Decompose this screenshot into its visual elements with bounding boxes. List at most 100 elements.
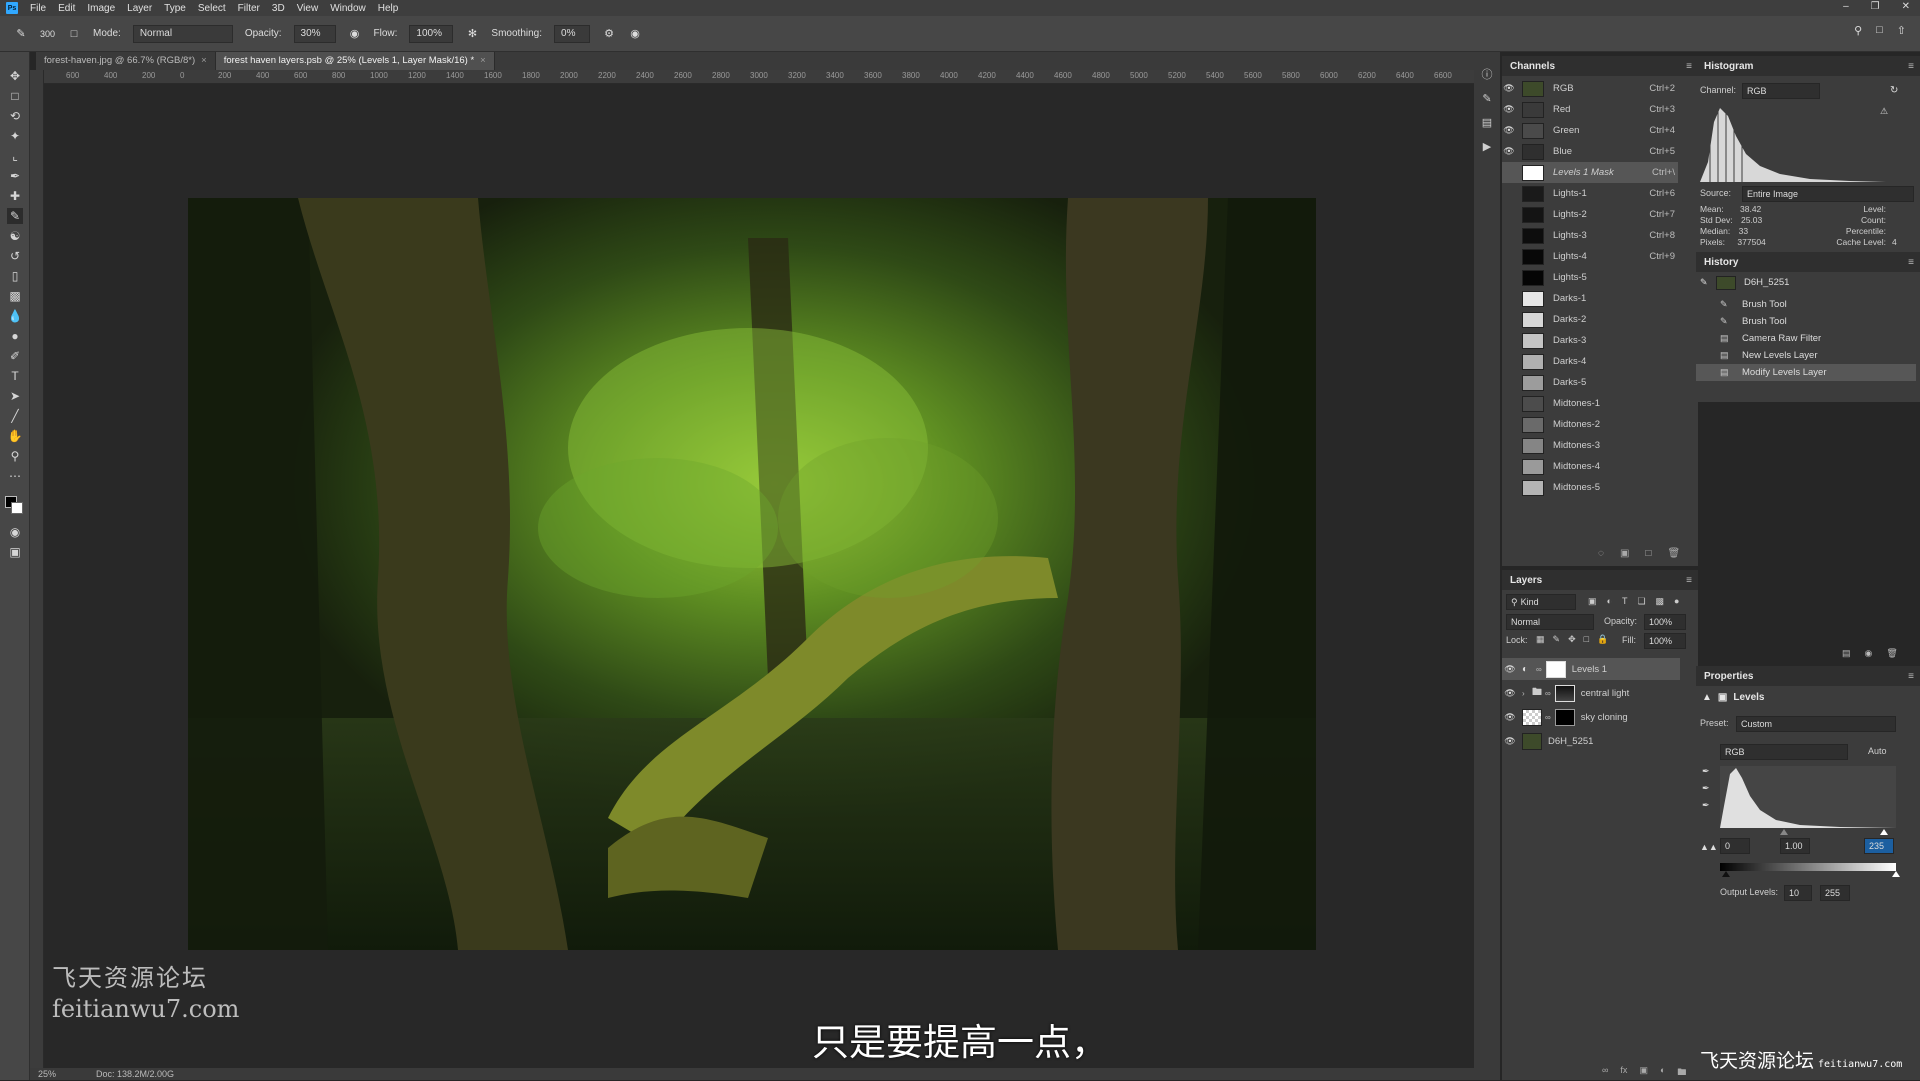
input-black-field[interactable]: 0 (1720, 838, 1750, 854)
history-item[interactable]: ✎ Brush Tool (1696, 296, 1916, 313)
mode-select[interactable]: Normal (132, 24, 233, 43)
history-item-selected[interactable]: ▤ Modify Levels Layer (1696, 364, 1916, 381)
blend-mode-select[interactable]: Normal (1506, 614, 1594, 630)
output-black-slider[interactable] (1722, 871, 1730, 877)
histogram-title[interactable]: Histogram (1704, 61, 1753, 72)
channel-row[interactable]: Darks-3 (1502, 330, 1678, 351)
shape-tool-icon[interactable]: ╱ (7, 408, 23, 424)
link-layers-icon[interactable]: ∞ (1602, 1065, 1608, 1081)
white-point-eyedropper-icon[interactable]: ✒ (1702, 800, 1710, 811)
screen-mode-icon[interactable]: ▣ (7, 544, 23, 560)
channel-row-selected[interactable]: Levels 1 Mask Ctrl+\ (1502, 162, 1678, 183)
refresh-icon[interactable]: ↻ (1890, 85, 1898, 96)
eye-icon[interactable]: 👁 (1502, 104, 1516, 115)
add-mask-icon[interactable]: ▣ (1639, 1065, 1648, 1081)
white-input-slider[interactable] (1880, 829, 1888, 835)
mask-icon[interactable]: ▣ (1718, 692, 1727, 703)
channel-row[interactable]: 👁 Red Ctrl+3 (1502, 99, 1678, 120)
pen-tool-icon[interactable]: ✐ (7, 348, 23, 364)
healing-tool-icon[interactable]: ✚ (7, 188, 23, 204)
restore-icon[interactable]: ❐ (1871, 1, 1880, 12)
close-tab-icon[interactable]: × (201, 55, 207, 66)
marquee-tool-icon[interactable]: □ (7, 88, 23, 104)
channel-row[interactable]: 👁 RGB Ctrl+2 (1502, 78, 1678, 99)
smart-filter-icon[interactable]: ▩ (1656, 596, 1665, 607)
close-tab-icon[interactable]: × (480, 55, 486, 66)
channel-row[interactable]: Darks-4 (1502, 351, 1678, 372)
eye-icon[interactable]: 👁 (1502, 146, 1516, 157)
eye-icon[interactable]: 👁 (1502, 736, 1518, 747)
zoom-level[interactable]: 25% (38, 1069, 56, 1079)
channel-row[interactable]: Lights-5 (1502, 267, 1678, 288)
gradient-tool-icon[interactable]: ▩ (7, 288, 23, 304)
dodge-tool-icon[interactable]: ● (7, 328, 23, 344)
pressure-size-icon[interactable]: ◉ (628, 27, 642, 41)
filter-toggle-icon[interactable]: ● (1674, 596, 1679, 607)
input-gamma-field[interactable]: 1.00 (1780, 838, 1810, 854)
search-icon[interactable]: ⚲ (1854, 24, 1862, 37)
eyedropper-tool-icon[interactable]: ✒ (7, 168, 23, 184)
link-icon[interactable]: ∞ (1545, 689, 1551, 698)
clipping-icon[interactable]: ▲▲ (1700, 842, 1718, 852)
layer-kind-filter[interactable]: ⚲ Kind (1506, 594, 1576, 610)
trash-icon[interactable]: 🗑 (1886, 648, 1897, 659)
levels-icon[interactable]: ▲ (1702, 692, 1712, 703)
lock-paint-icon[interactable]: ✎ (1553, 634, 1561, 645)
lasso-tool-icon[interactable]: ⟲ (7, 108, 23, 124)
lock-position-icon[interactable]: ✥ (1568, 634, 1576, 645)
workspace-icon[interactable]: □ (1876, 24, 1883, 37)
settings-gear-icon[interactable]: ⚙ (602, 27, 616, 41)
channels-title[interactable]: Channels (1510, 61, 1555, 72)
snapshot-source-icon[interactable]: ✎ (1700, 277, 1710, 288)
tab-forest-haven-layers[interactable]: forest haven layers.psb @ 25% (Levels 1,… (215, 52, 495, 70)
layer-opacity-field[interactable]: 100% (1644, 614, 1686, 630)
path-select-icon[interactable]: ➤ (7, 388, 23, 404)
channel-row[interactable]: Midtones-5 (1502, 477, 1678, 498)
brush-size[interactable]: 300 (40, 29, 55, 39)
tab-forest-haven-jpg[interactable]: forest-haven.jpg @ 66.7% (RGB/8*) × (36, 52, 216, 70)
auto-button[interactable]: Auto (1868, 746, 1887, 756)
menu-view[interactable]: View (297, 3, 319, 14)
warning-icon[interactable]: ⚠ (1880, 106, 1888, 117)
channel-row[interactable]: Lights-3 Ctrl+8 (1502, 225, 1678, 246)
opacity-field[interactable]: 30% (293, 24, 336, 43)
ruler-vertical[interactable] (30, 70, 44, 1070)
preset-select[interactable]: Custom (1736, 716, 1896, 732)
history-item[interactable]: ▤ New Levels Layer (1696, 347, 1916, 364)
actions-play-icon[interactable]: ▶ (1480, 140, 1494, 154)
view-icon[interactable]: ◉ (1865, 648, 1873, 659)
background-color-swatch[interactable] (11, 502, 23, 514)
load-selection-icon[interactable]: ◌ (1598, 548, 1604, 559)
histogram-channel-select[interactable]: RGB (1742, 83, 1820, 99)
menu-window[interactable]: Window (330, 3, 366, 14)
move-tool-icon[interactable]: ✥ (7, 68, 23, 84)
lock-transparent-icon[interactable]: ▦ (1536, 634, 1545, 645)
new-group-icon[interactable]: 🖿 (1677, 1065, 1686, 1081)
menu-layer[interactable]: Layer (127, 3, 152, 14)
link-icon[interactable]: ∞ (1545, 713, 1551, 722)
channel-row[interactable]: Lights-1 Ctrl+6 (1502, 183, 1678, 204)
gray-point-eyedropper-icon[interactable]: ✒ (1702, 783, 1710, 794)
eye-icon[interactable]: 👁 (1502, 664, 1518, 675)
more-tools-icon[interactable]: ⋯ (7, 468, 23, 484)
history-item[interactable]: ▤ Camera Raw Filter (1696, 330, 1916, 347)
expand-chevron-icon[interactable]: › (1522, 689, 1532, 698)
stamp-tool-icon[interactable]: ☯ (7, 228, 23, 244)
info-icon[interactable]: ⓘ (1480, 66, 1494, 81)
channel-row[interactable]: Darks-1 (1502, 288, 1678, 309)
channel-row[interactable]: Midtones-2 (1502, 414, 1678, 435)
brush-tool-icon[interactable]: ✎ (7, 208, 23, 224)
layer-row-background[interactable]: 👁 D6H_5251 (1502, 730, 1680, 752)
pixel-filter-icon[interactable]: ▣ (1588, 596, 1597, 607)
menu-type[interactable]: Type (164, 3, 186, 14)
lock-artboard-icon[interactable]: □ (1584, 634, 1589, 645)
black-point-eyedropper-icon[interactable]: ✒ (1702, 766, 1710, 777)
new-channel-icon[interactable]: □ (1645, 548, 1651, 559)
quick-mask-icon[interactable]: ◉ (7, 524, 23, 540)
close-icon[interactable]: ✕ (1902, 1, 1910, 12)
share-icon[interactable]: ⇧ (1897, 24, 1906, 37)
eye-icon[interactable]: 👁 (1502, 125, 1516, 136)
channel-row[interactable]: Darks-2 (1502, 309, 1678, 330)
eye-icon[interactable]: 👁 (1502, 83, 1516, 94)
history-snapshot[interactable]: ✎ D6H_5251 (1696, 274, 1916, 291)
